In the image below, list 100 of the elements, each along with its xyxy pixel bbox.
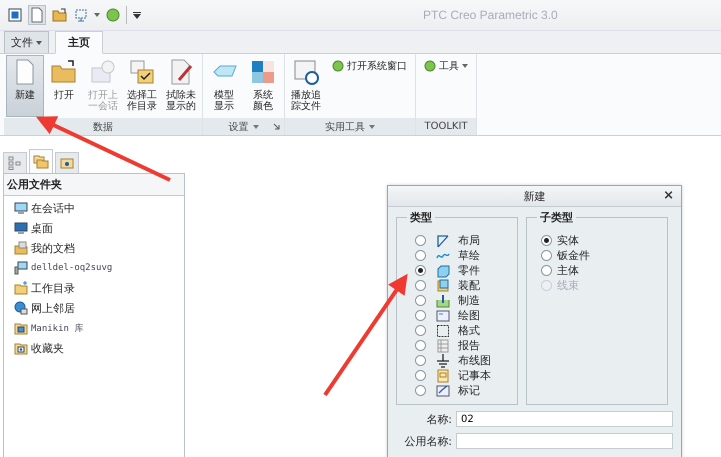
- tree-icon: [8, 156, 22, 170]
- subtype-option[interactable]: 实体: [541, 233, 667, 248]
- radio-button[interactable]: [415, 250, 426, 261]
- type-option[interactable]: 记事本: [415, 368, 517, 383]
- caret-icon[interactable]: [369, 124, 375, 128]
- panel-header: 公用文件夹: [4, 174, 184, 196]
- monitor-icon: [14, 221, 28, 235]
- radio-button[interactable]: [415, 370, 426, 381]
- sphere-icon: [332, 60, 344, 72]
- type-option[interactable]: 布局: [415, 233, 517, 248]
- radio-button[interactable]: [415, 340, 426, 351]
- folder-item[interactable]: 工作目录: [14, 281, 184, 295]
- radio-button[interactable]: [415, 295, 426, 306]
- folder-icon: [14, 341, 28, 355]
- caret-icon: [36, 40, 42, 44]
- name-field[interactable]: 02: [456, 411, 673, 427]
- field-label: 公用名称:: [403, 434, 452, 448]
- type-option[interactable]: 报告: [415, 338, 517, 353]
- computer-icon: [14, 261, 28, 275]
- folder-icon: [60, 157, 74, 169]
- customize-caret-icon[interactable]: [133, 12, 141, 18]
- group-label: 数据: [93, 120, 113, 134]
- field-label: 名称:: [425, 412, 452, 426]
- open-folder-icon[interactable]: [52, 8, 68, 22]
- folder-icon: [14, 281, 28, 295]
- notepad-icon: [436, 368, 450, 382]
- radio-button[interactable]: [541, 250, 552, 261]
- radio-button[interactable]: [541, 235, 552, 246]
- dialog-title: 新建: [524, 188, 546, 204]
- dashed-frame-icon: [436, 324, 450, 338]
- radio-button[interactable]: [415, 265, 426, 276]
- favorites-tab[interactable]: [55, 152, 79, 173]
- common-name-field[interactable]: [456, 433, 673, 449]
- folder-item[interactable]: 我的文档: [14, 241, 184, 255]
- window-icon[interactable]: [74, 8, 88, 22]
- folder-item[interactable]: 网上邻居: [14, 301, 184, 315]
- monitor-icon: [14, 201, 28, 215]
- clock-window-icon: [292, 58, 320, 86]
- group-label: 实用工具: [325, 120, 365, 134]
- document-folder-icon: [14, 241, 28, 255]
- folder-item[interactable]: delldel-oq2suvg: [14, 261, 184, 275]
- folders-icon: [33, 154, 49, 170]
- dialog-launcher-icon[interactable]: [273, 123, 281, 131]
- radio-button[interactable]: [415, 235, 426, 246]
- drawing-sheet-icon: [436, 308, 450, 322]
- folder-item[interactable]: Manikin 库: [14, 321, 184, 335]
- folder-item[interactable]: 收藏夹: [14, 341, 184, 355]
- ribbon-button[interactable]: 选择工作目录: [123, 55, 161, 117]
- app-icon[interactable]: [8, 8, 22, 22]
- type-option[interactable]: 格式: [415, 323, 517, 338]
- radio-button[interactable]: [415, 325, 426, 336]
- ribbon-button[interactable]: 新建: [6, 55, 44, 117]
- type-option[interactable]: 制造: [415, 293, 517, 308]
- sphere-icon[interactable]: [106, 8, 120, 22]
- ribbon-button[interactable]: 模型显示: [205, 55, 243, 117]
- radio-button[interactable]: [541, 265, 552, 276]
- ribbon-button[interactable]: 系统颜色: [244, 55, 282, 117]
- type-option[interactable]: 草绘: [415, 248, 517, 263]
- line-icon: [436, 234, 450, 248]
- caret-icon[interactable]: [252, 124, 258, 128]
- group-label: 设置: [228, 120, 248, 134]
- folder-check-icon: [128, 58, 156, 86]
- group-title: 类型: [407, 210, 435, 225]
- folder-item[interactable]: 在会话中: [14, 201, 184, 215]
- ribbon-button[interactable]: 拭除未显示的: [162, 55, 200, 117]
- window-title: PTC Creo Parametric 3.0: [423, 8, 558, 22]
- folder-item[interactable]: 桌面: [14, 221, 184, 235]
- file-menu[interactable]: 文件: [4, 31, 49, 53]
- ribbon-button[interactable]: 播放追踪文件: [287, 55, 325, 117]
- group-label: TOOLKIT: [424, 121, 468, 132]
- group-title: 子类型: [537, 210, 576, 225]
- folder-icon: [14, 321, 28, 335]
- table-icon: [436, 338, 450, 352]
- folder-browser-tab[interactable]: [29, 149, 53, 173]
- radio-button[interactable]: [415, 310, 426, 321]
- subtype-option[interactable]: 钣金件: [541, 248, 667, 263]
- cube-icon: [436, 264, 450, 278]
- close-button[interactable]: ×: [660, 188, 677, 203]
- subtype-option[interactable]: 主体: [541, 263, 667, 278]
- caret-icon[interactable]: [94, 13, 100, 17]
- ribbon-tab[interactable]: 主页: [55, 31, 103, 54]
- type-option[interactable]: 标记: [415, 383, 517, 398]
- type-option[interactable]: 装配: [415, 278, 517, 293]
- type-option[interactable]: 绘图: [415, 308, 517, 323]
- cube-icon: [436, 278, 450, 292]
- color-swatch-icon: [249, 58, 277, 86]
- radio-button[interactable]: [415, 280, 426, 291]
- ribbon-button[interactable]: 打开: [45, 55, 83, 117]
- radio-button[interactable]: [415, 355, 426, 366]
- ribbon-small-button[interactable]: 打开系统窗口: [332, 59, 407, 73]
- ribbon-small-button[interactable]: 工具: [424, 59, 468, 73]
- sphere-icon: [424, 60, 436, 72]
- pen-sheet-icon: [436, 384, 450, 398]
- globe-icon: [14, 301, 28, 315]
- tree-tab[interactable]: [3, 152, 27, 173]
- new-file-icon[interactable]: [28, 5, 46, 25]
- type-option[interactable]: 布线图: [415, 353, 517, 368]
- type-option[interactable]: 零件: [415, 263, 517, 278]
- radio-button[interactable]: [415, 385, 426, 396]
- bracket-icon: [436, 294, 450, 308]
